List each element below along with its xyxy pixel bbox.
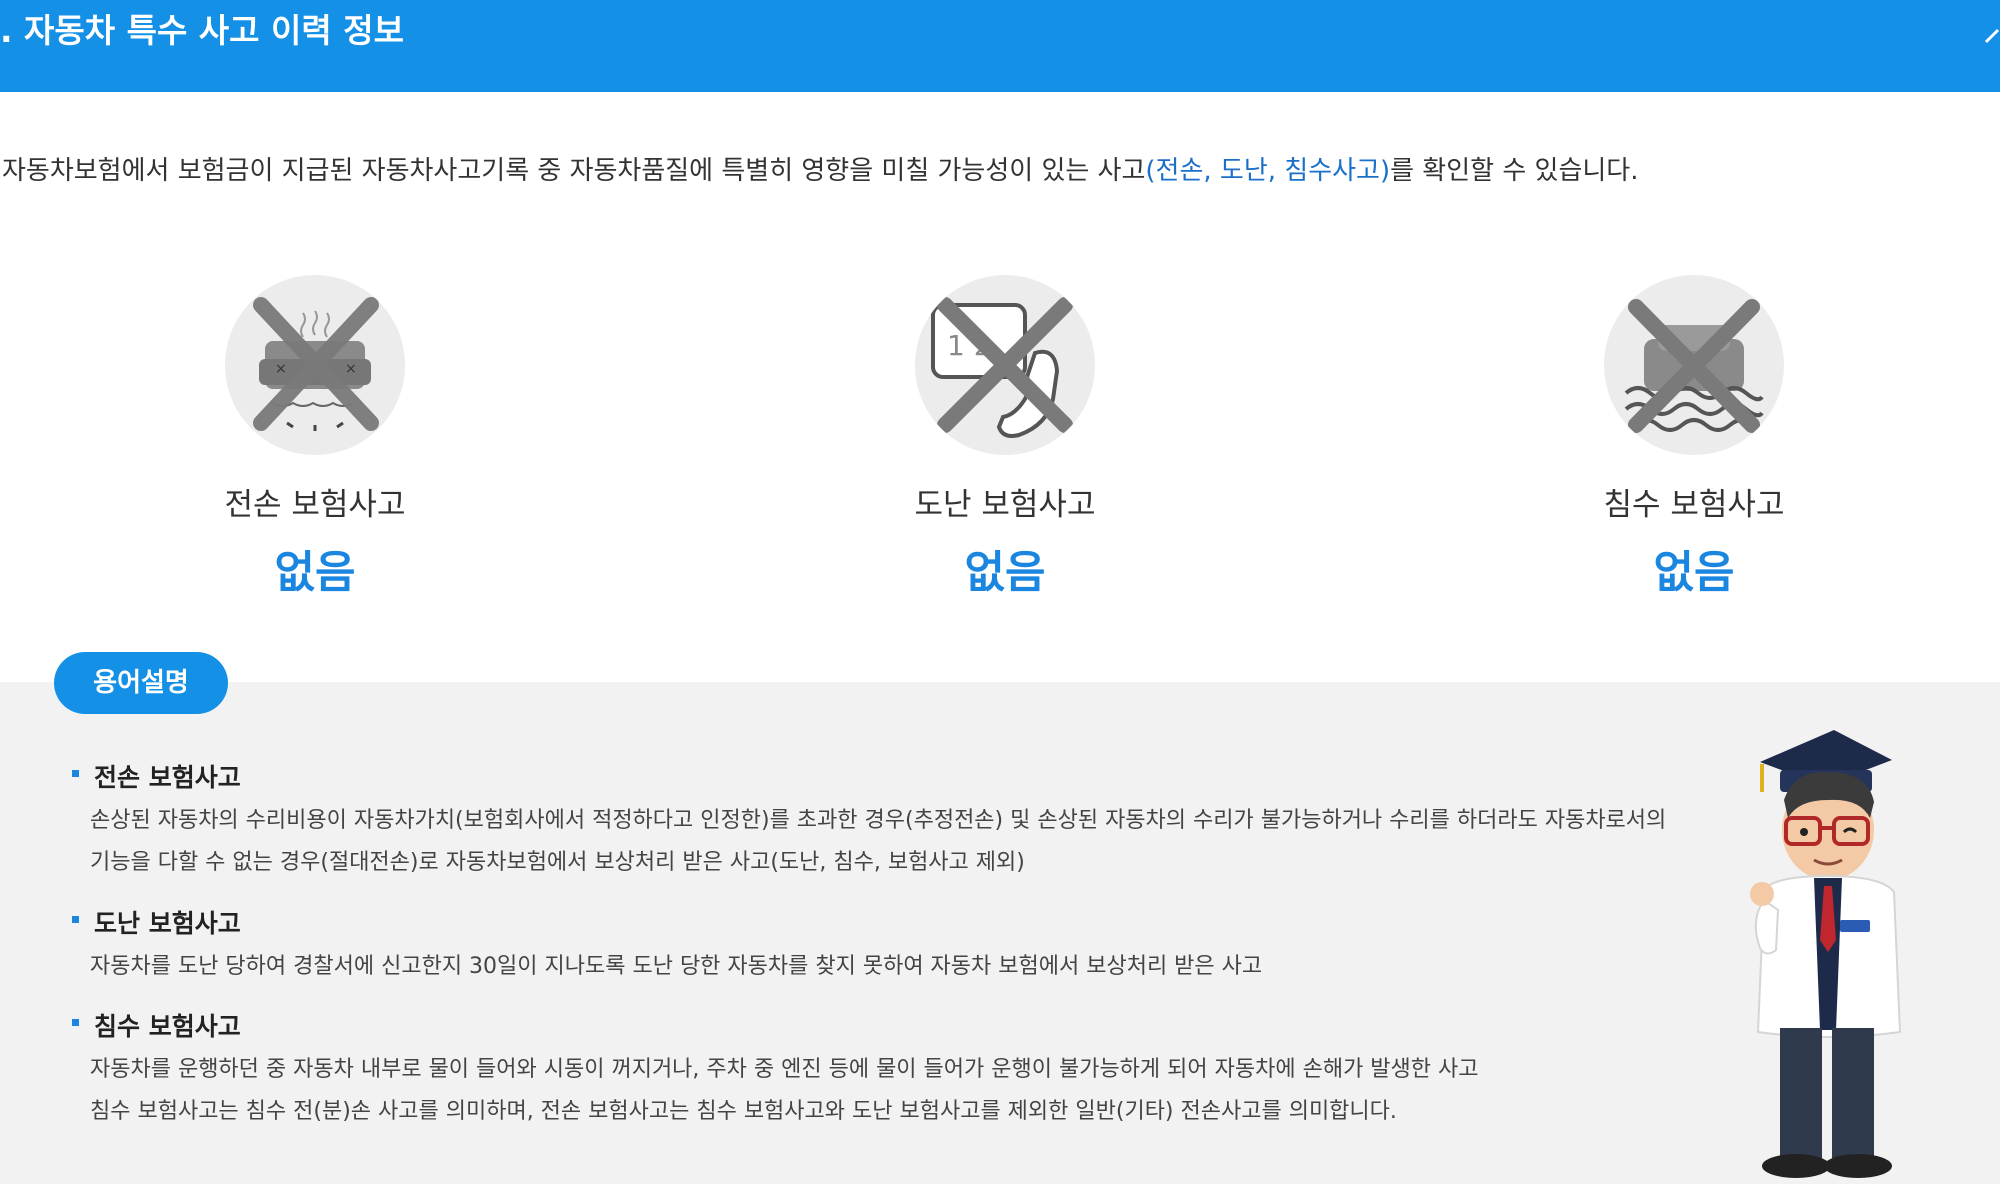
term-item-theft: 도난 보험사고 자동차를 도난 당하여 경찰서에 신고한지 30일이 지나도록 … — [72, 904, 1752, 988]
intro-text: 자동차보험에서 보험금이 지급된 자동차사고기록 중 자동차품질에 특별히 영향… — [2, 150, 1638, 187]
bullet-icon — [72, 770, 79, 777]
term-line: 자동차를 운행하던 중 자동차 내부로 물이 들어와 시동이 꺼지거나, 주차 … — [90, 1057, 1479, 1082]
theft-phone-icon: 1 2 — [915, 275, 1095, 455]
card-label: 침수 보험사고 — [1603, 487, 1785, 523]
term-item-flood: 침수 보험사고 자동차를 운행하던 중 자동차 내부로 물이 들어와 시동이 꺼… — [72, 1007, 1752, 1133]
accident-card-total-loss: × × 전손 보험사고 없음 — [115, 275, 515, 600]
collapse-chevron-icon[interactable] — [1982, 22, 2000, 50]
bullet-icon — [72, 916, 79, 923]
term-title: 도난 보험사고 — [94, 909, 241, 938]
card-value: 없음 — [964, 547, 1046, 598]
professor-mascot-icon — [1740, 730, 1920, 1190]
svg-text:×: × — [345, 361, 357, 377]
intro-text-main: 자동차보험에서 보험금이 지급된 자동차사고기록 중 자동차품질에 특별히 영향… — [2, 156, 1146, 186]
term-line: 손상된 자동차의 수리비용이 자동차가치(보험회사에서 적정하다고 인정한)를 … — [90, 808, 1667, 833]
term-description: 자동차를 운행하던 중 자동차 내부로 물이 들어와 시동이 꺼지거나, 주차 … — [72, 1049, 1752, 1133]
card-label: 도난 보험사고 — [914, 487, 1096, 523]
card-value: 없음 — [1653, 547, 1735, 598]
flood-car-icon — [1604, 275, 1784, 455]
card-value: 없음 — [274, 547, 356, 598]
term-line: 자동차를 도난 당하여 경찰서에 신고한지 30일이 지나도록 도난 당한 자동… — [90, 954, 1263, 979]
term-line: 기능을 다할 수 없는 경우(절대전손)로 자동차보험에서 보상처리 받은 사고… — [90, 850, 1025, 875]
bullet-icon — [72, 1019, 79, 1026]
term-description: 자동차를 도난 당하여 경찰서에 신고한지 30일이 지나도록 도난 당한 자동… — [72, 946, 1752, 988]
term-title: 침수 보험사고 — [94, 1012, 241, 1041]
section-title: . 자동차 특수 사고 이력 정보 — [0, 11, 404, 50]
intro-text-end: 를 확인할 수 있습니다. — [1390, 156, 1639, 186]
section-header: . 자동차 특수 사고 이력 정보 — [0, 0, 2000, 92]
term-item-total-loss: 전손 보험사고 손상된 자동차의 수리비용이 자동차가치(보험회사에서 적정하다… — [72, 758, 1752, 884]
intro-text-highlight: (전손, 도난, 침수사고) — [1145, 156, 1391, 186]
accident-card-theft: 1 2 도난 보험사고 없음 — [805, 275, 1205, 600]
accident-card-flood: 침수 보험사고 없음 — [1494, 275, 1894, 600]
term-description: 손상된 자동차의 수리비용이 자동차가치(보험회사에서 적정하다고 인정한)를 … — [72, 800, 1752, 884]
card-label: 전손 보험사고 — [224, 487, 406, 523]
term-title: 전손 보험사고 — [94, 763, 241, 792]
term-line: 침수 보험사고는 침수 전(분)손 사고를 의미하며, 전손 보험사고는 침수 … — [90, 1099, 1397, 1124]
svg-text:×: × — [275, 361, 287, 377]
terms-pill-badge: 용어설명 — [54, 652, 228, 714]
car-wreck-icon: × × — [225, 275, 405, 455]
